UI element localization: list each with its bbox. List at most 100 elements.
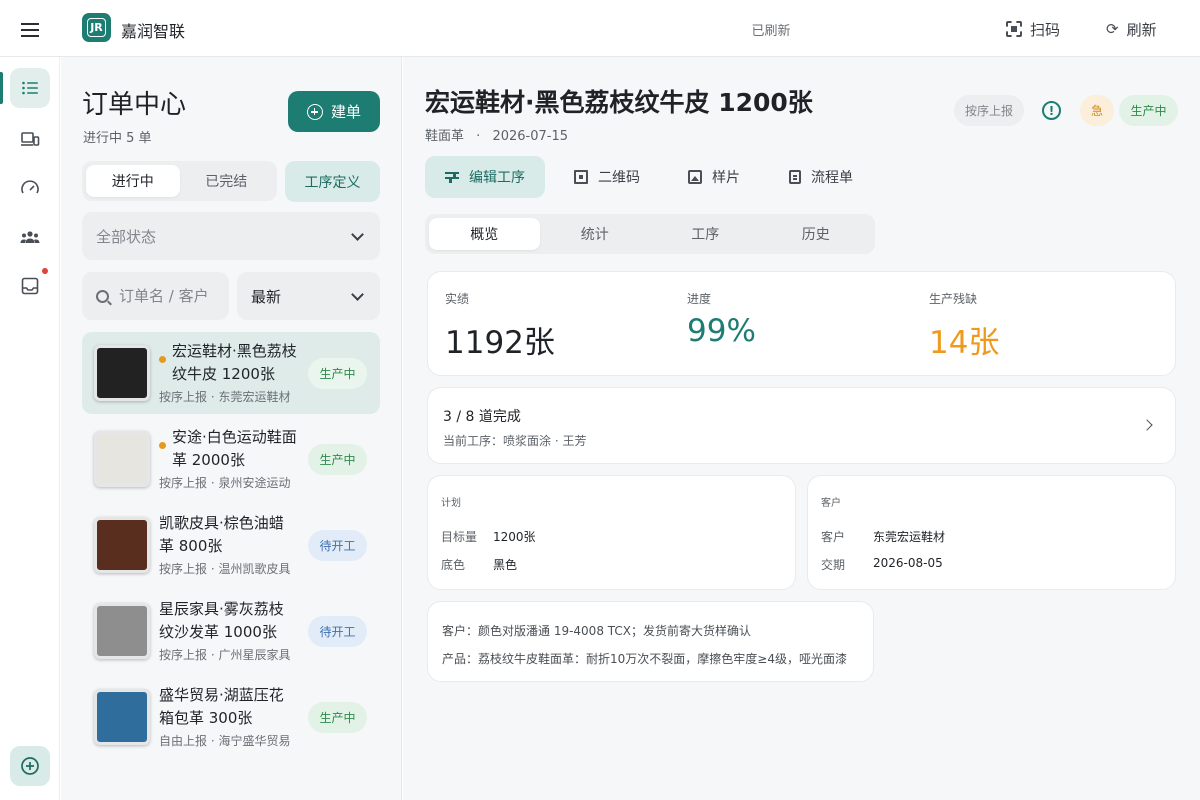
order-name: 凯歌皮具·棕色油蜡革 800张 [159, 514, 284, 555]
stats-card: 实绩 1192张 进度 99% 生产残缺 14张 [427, 271, 1176, 376]
kv-value: 东莞宏运鞋材 [873, 530, 946, 544]
search-box [82, 272, 229, 320]
client-note: 客户：颜色对版潘通 19-4008 TCX；发货前寄大货样确认 [442, 624, 751, 638]
kv-value: 黑色 [493, 558, 518, 572]
edit-process-label: 编辑工序 [469, 170, 525, 186]
status-filter-select[interactable]: 全部状态 [82, 212, 380, 260]
report-mode-chip[interactable]: 按序上报 [954, 95, 1024, 126]
menu-button[interactable] [12, 12, 48, 48]
order-subtitle: 鞋面革 · 2026-07-15 [425, 125, 568, 144]
sample-button[interactable]: 样片 [668, 156, 760, 198]
stat-label: 实绩 [445, 292, 470, 306]
tab-statistics[interactable]: 统计 [540, 218, 651, 250]
sort-value: 最新 [251, 287, 282, 306]
nav-rail [0, 57, 60, 800]
plus-circle-icon [21, 757, 39, 775]
plus-circle-icon [306, 103, 323, 120]
flow-sheet-button[interactable]: 流程单 [769, 156, 873, 198]
process-progress-card[interactable]: 3 / 8 道完成 当前工序：喷浆面涂 · 王芳 [427, 387, 1176, 464]
sample-label: 样片 [712, 170, 740, 186]
stat-value: 14张 [929, 325, 1000, 361]
order-name: 盛华贸易·湖蓝压花箱包革 300张 [159, 686, 284, 727]
kv-key: 客户 [821, 530, 846, 544]
order-item[interactable]: 凯歌皮具·棕色油蜡革 800张 按序上报 · 温州凯歌皮具 待开工 [82, 504, 380, 586]
refresh-status: 已刷新 [751, 24, 791, 39]
leather-swatch-thumbnail [94, 517, 150, 573]
rail-item-devices[interactable] [10, 119, 50, 159]
refresh-label: 刷新 [1126, 20, 1157, 39]
kv-row: 底色 黑色 [441, 556, 517, 573]
status-badge: 待开工 [308, 530, 367, 561]
order-item[interactable]: 盛华贸易·湖蓝压花箱包革 300张 自由上报 · 海宁盛华贸易 生产中 [82, 676, 380, 758]
status-filter-value: 全部状态 [96, 227, 157, 246]
order-status-toggle: 进行中 已完结 [82, 161, 277, 201]
urgent-dot [159, 356, 166, 363]
status-badge: 待开工 [308, 616, 367, 647]
kv-row: 目标量 1200张 [441, 528, 536, 545]
edit-process-button[interactable]: 编辑工序 [425, 156, 545, 198]
stat-progress: 进度 99% [687, 290, 756, 349]
sliders-icon [445, 170, 459, 184]
new-order-button[interactable]: 建单 [288, 91, 380, 132]
team-icon [20, 231, 40, 243]
leather-swatch-thumbnail [94, 603, 150, 659]
plan-card: 计划 目标量 1200张 底色 黑色 [427, 475, 796, 590]
alert-icon[interactable]: ! [1042, 101, 1061, 120]
order-category: 鞋面革 [425, 129, 465, 144]
qr-code-label: 二维码 [598, 170, 640, 186]
stat-label: 进度 [687, 292, 712, 306]
notes-card: 客户：颜色对版潘通 19-4008 TCX；发货前寄大货样确认 产品：荔枝纹牛皮… [427, 601, 874, 682]
rail-item-dashboard[interactable] [10, 168, 50, 208]
hamburger-icon [21, 23, 39, 37]
refresh-icon: ⟳ [1106, 20, 1119, 38]
search-icon [96, 289, 109, 303]
card-heading: 计划 [441, 498, 461, 509]
tab-ongoing[interactable]: 进行中 [86, 165, 180, 197]
leather-swatch-thumbnail [94, 689, 150, 745]
kv-value: 2026-08-05 [873, 556, 943, 570]
rail-item-orders[interactable] [10, 68, 50, 108]
order-panel: 订单中心 进行中 5 单 建单 进行中 已完结 工序定义 全部状态 最新 宏运鞋… [61, 57, 402, 800]
search-input[interactable] [119, 287, 219, 305]
kv-key: 目标量 [441, 530, 478, 544]
process-definition-button[interactable]: 工序定义 [285, 161, 380, 202]
current-process: 当前工序：喷浆面涂 · 王芳 [443, 434, 587, 448]
inbox-icon [21, 277, 39, 295]
qr-code-button[interactable]: 二维码 [554, 156, 660, 198]
tab-process[interactable]: 工序 [650, 218, 761, 250]
app-logo: JR [82, 13, 111, 42]
stat-value: 1192张 [445, 325, 555, 361]
document-icon [789, 170, 801, 184]
order-name: 安途·白色运动鞋面革 2000张 [172, 428, 297, 469]
status-badge: 生产中 [308, 358, 367, 389]
order-item[interactable]: 星辰家具·雾灰荔枝纹沙发革 1000张 按序上报 · 广州星辰家具 待开工 [82, 590, 380, 672]
rail-add-button[interactable] [10, 746, 50, 786]
stat-defects: 生产残缺 14张 [929, 290, 999, 362]
order-item[interactable]: 宏运鞋材·黑色荔枝纹牛皮 1200张 按序上报 · 东莞宏运鞋材 生产中 [82, 332, 380, 414]
leather-swatch-thumbnail [94, 431, 150, 487]
refresh-button[interactable]: ⟳ 刷新 [1106, 15, 1157, 43]
order-meta: 自由上报 · 海宁盛华贸易 [159, 734, 291, 748]
rail-item-team[interactable] [10, 217, 50, 257]
stat-label: 生产残缺 [929, 292, 978, 306]
list-icon [22, 81, 38, 95]
detail-tabs: 概览 统计 工序 历史 [425, 214, 875, 254]
chevron-down-icon [351, 288, 364, 301]
scan-button[interactable]: 扫码 [1006, 15, 1060, 43]
order-meta: 按序上报 · 温州凯歌皮具 [159, 562, 291, 576]
tab-overview[interactable]: 概览 [429, 218, 540, 250]
kv-value: 1200张 [493, 530, 536, 544]
meta-separator: · [476, 129, 481, 144]
kv-row: 交期 2026-08-05 [821, 556, 943, 573]
status-badge: 生产中 [1119, 95, 1178, 126]
process-progress-title: 3 / 8 道完成 [443, 409, 521, 425]
order-item[interactable]: 安途·白色运动鞋面革 2000张 按序上报 · 泉州安途运动 生产中 [82, 418, 380, 500]
tab-completed[interactable]: 已完结 [180, 165, 274, 197]
ongoing-count: 进行中 5 单 [83, 131, 152, 146]
tab-history[interactable]: 历史 [761, 218, 872, 250]
client-card: 客户 客户 东莞宏运鞋材 交期 2026-08-05 [807, 475, 1176, 590]
kv-key: 底色 [441, 558, 466, 572]
gauge-icon [21, 180, 39, 194]
image-icon [688, 170, 702, 184]
sort-select[interactable]: 最新 [237, 272, 380, 320]
